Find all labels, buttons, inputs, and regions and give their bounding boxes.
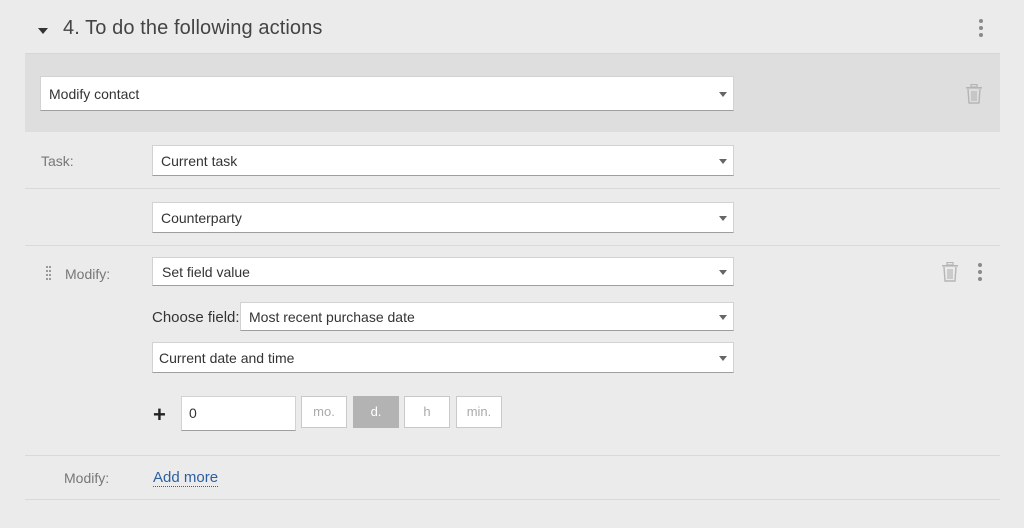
unit-months-button[interactable]: mo. (301, 396, 347, 428)
task-select-value: Current task (161, 152, 238, 169)
choose-field-label: Choose field: (152, 309, 240, 326)
trash-icon[interactable] (965, 84, 983, 104)
field-select[interactable]: Most recent purchase date (240, 302, 734, 331)
field-select-value: Most recent purchase date (249, 308, 415, 325)
modify-row: Modify: Set field value Choose field: Mo… (25, 246, 1000, 456)
offset-input[interactable]: 0 (181, 396, 296, 431)
trash-icon[interactable] (941, 262, 959, 282)
modify-mode-value: Set field value (162, 263, 250, 280)
unit-hours-button[interactable]: h (404, 396, 450, 428)
section-header: 4. To do the following actions (25, 0, 1000, 54)
target-entity-value: Counterparty (161, 209, 242, 226)
section-title: 4. To do the following actions (63, 17, 323, 39)
kebab-menu-icon[interactable] (977, 263, 983, 283)
value-source-value: Current date and time (159, 349, 295, 366)
unit-days-button[interactable]: d. (353, 396, 399, 428)
modify-label: Modify: (65, 266, 111, 282)
task-label: Task: (41, 153, 74, 169)
unit-minutes-button[interactable]: min. (456, 396, 502, 428)
add-more-link[interactable]: Add more (153, 469, 219, 487)
action-type-value: Modify contact (49, 85, 140, 102)
modify-mode-select[interactable]: Set field value (152, 257, 734, 286)
target-entity-select[interactable]: Counterparty (152, 202, 734, 233)
value-source-select[interactable]: Current date and time (152, 342, 734, 373)
caret-down-icon[interactable] (38, 28, 48, 34)
add-modify-label: Modify: (64, 470, 110, 486)
kebab-menu-icon[interactable] (978, 19, 984, 39)
chevron-down-icon (719, 269, 727, 275)
target-row: Counterparty (25, 189, 1000, 246)
chevron-down-icon (719, 158, 727, 164)
chevron-down-icon (719, 355, 727, 361)
task-row: Task: Current task (25, 133, 1000, 189)
plus-sign: + (153, 402, 166, 427)
drag-handle-icon[interactable] (46, 266, 54, 282)
chevron-down-icon (719, 215, 727, 221)
action-type-select[interactable]: Modify contact (40, 76, 734, 111)
chevron-down-icon (719, 314, 727, 320)
chevron-down-icon (719, 91, 727, 97)
action-block: Modify contact (25, 54, 1000, 132)
task-select[interactable]: Current task (152, 145, 734, 176)
